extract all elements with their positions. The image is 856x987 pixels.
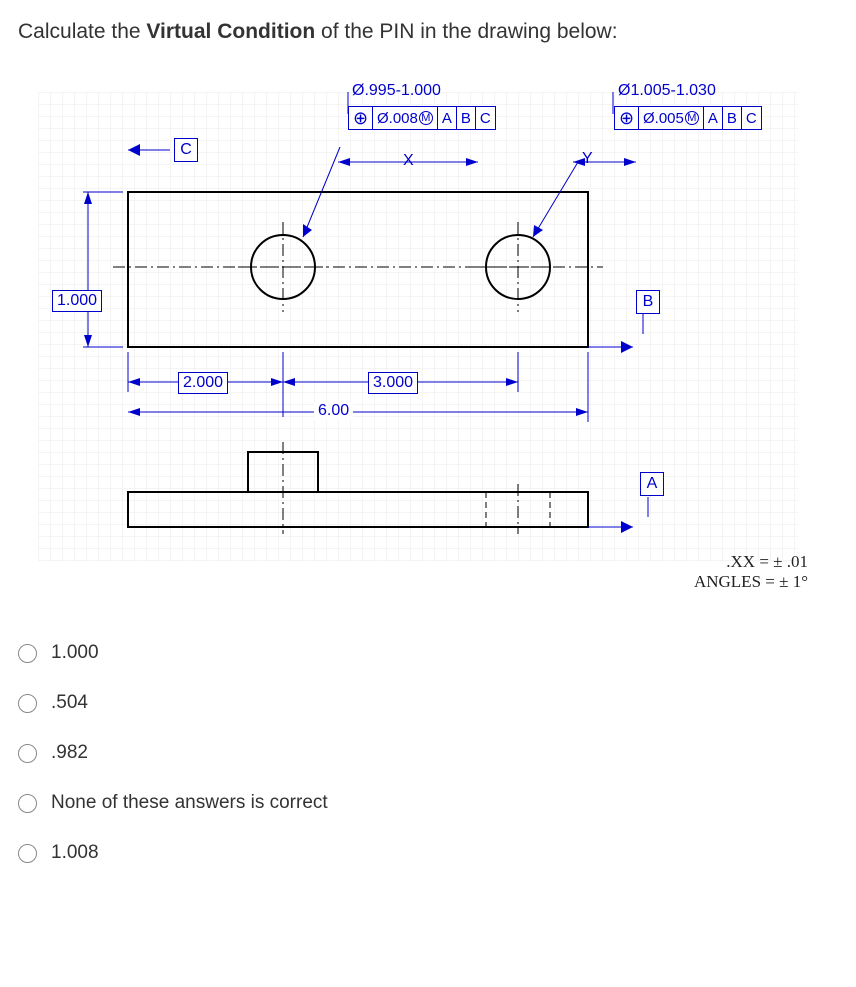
answer-label: .982 bbox=[51, 742, 88, 764]
answer-label: None of these answers is correct bbox=[51, 792, 328, 814]
drawing-svg bbox=[18, 72, 838, 602]
fcf-datum-a: A bbox=[704, 107, 723, 129]
position-symbol-icon: ⊕ bbox=[615, 107, 639, 129]
dim-y-label: Y bbox=[582, 150, 593, 168]
answer-options: 1.000 .504 .982 None of these answers is… bbox=[18, 642, 838, 864]
fcf-tol: Ø.005M bbox=[639, 107, 704, 129]
answer-label: 1.000 bbox=[51, 642, 99, 664]
radio-icon[interactable] bbox=[18, 694, 37, 713]
datum-b-box: B bbox=[636, 290, 660, 314]
fcf-tol: Ø.008M bbox=[373, 107, 438, 129]
answer-label: .504 bbox=[51, 692, 88, 714]
dim-3000: 3.000 bbox=[368, 372, 418, 394]
datum-a-box: A bbox=[640, 472, 664, 496]
radio-icon[interactable] bbox=[18, 644, 37, 663]
radio-icon[interactable] bbox=[18, 844, 37, 863]
answer-option-4[interactable]: None of these answers is correct bbox=[18, 792, 838, 814]
hole-diameter-text: Ø.995-1.000 bbox=[352, 82, 441, 100]
fcf-datum-c: C bbox=[476, 107, 495, 129]
pin-diameter-text: Ø1.005-1.030 bbox=[618, 82, 716, 100]
answer-label: 1.008 bbox=[51, 842, 99, 864]
answer-option-1[interactable]: 1.000 bbox=[18, 642, 838, 664]
position-symbol-icon: ⊕ bbox=[349, 107, 373, 129]
radio-icon[interactable] bbox=[18, 744, 37, 763]
fcf-datum-b: B bbox=[723, 107, 742, 129]
answer-option-2[interactable]: .504 bbox=[18, 692, 838, 714]
dim-2000: 2.000 bbox=[178, 372, 228, 394]
dim-1000: 1.000 bbox=[52, 290, 102, 312]
fcf-datum-c: C bbox=[742, 107, 761, 129]
pin-fcf: ⊕ Ø.005M A B C bbox=[614, 106, 762, 130]
fcf-datum-b: B bbox=[457, 107, 476, 129]
dim-x-label: X bbox=[403, 152, 414, 170]
fcf-datum-a: A bbox=[438, 107, 457, 129]
dim-600: 6.00 bbox=[314, 402, 353, 420]
datum-c-box: C bbox=[174, 138, 198, 162]
radio-icon[interactable] bbox=[18, 794, 37, 813]
answer-option-3[interactable]: .982 bbox=[18, 742, 838, 764]
question-text: Calculate the Virtual Condition of the P… bbox=[18, 20, 838, 44]
engineering-drawing: Ø.995-1.000 ⊕ Ø.008M A B C Ø1.005-1.030 … bbox=[18, 72, 838, 602]
hole-fcf: ⊕ Ø.008M A B C bbox=[348, 106, 496, 130]
answer-option-5[interactable]: 1.008 bbox=[18, 842, 838, 864]
